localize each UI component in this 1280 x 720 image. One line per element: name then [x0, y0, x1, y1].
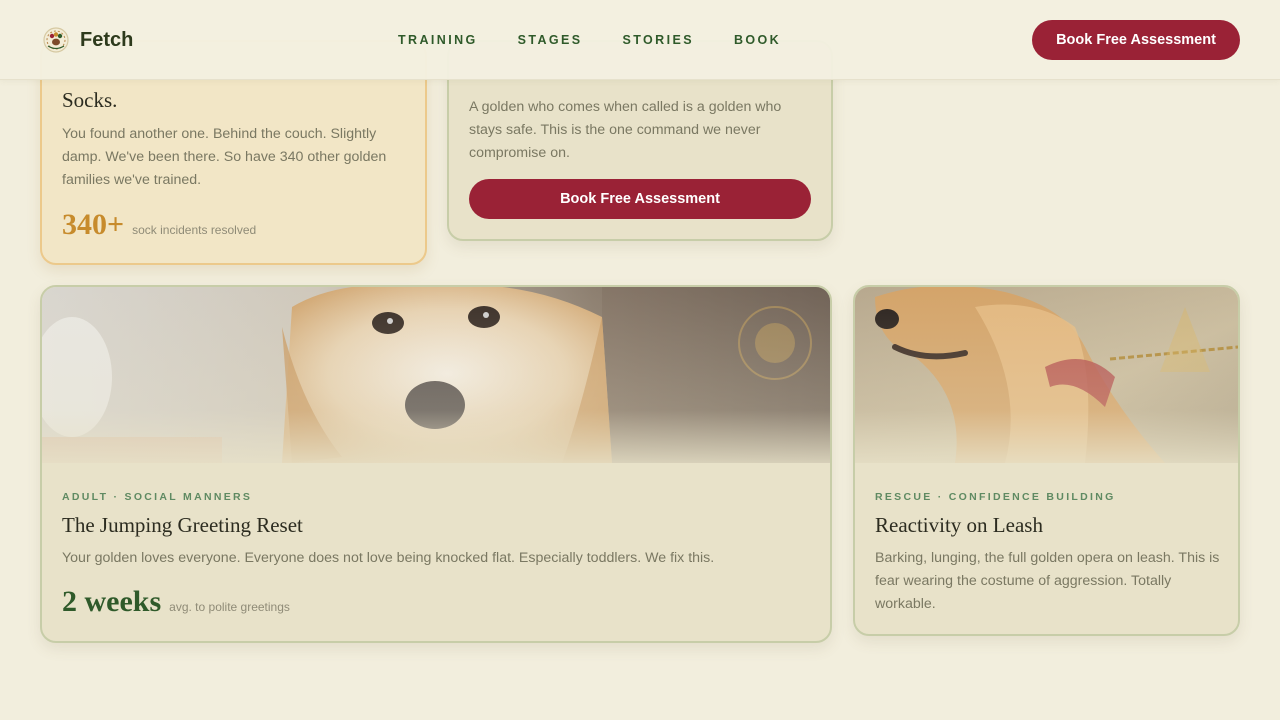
nav-link-stages[interactable]: STAGES — [518, 33, 583, 47]
card-description: Your golden loves everyone. Everyone doe… — [62, 550, 715, 566]
card-eyebrow: RESCUE · CONFIDENCE BUILDING — [875, 491, 1116, 503]
card-description: You found another one. Behind the couch.… — [62, 126, 387, 188]
brand[interactable]: Fetch — [42, 26, 133, 54]
card-reactivity-on-leash[interactable]: RESCUE · CONFIDENCE BUILDING Reactivity … — [853, 285, 1240, 636]
card-description: A golden who comes when called is a gold… — [469, 99, 782, 161]
card-jumping-greeting[interactable]: ADULT · SOCIAL MANNERS The Jumping Greet… — [40, 285, 832, 643]
card-title: Reactivity on Leash — [875, 513, 1043, 537]
stat-label: sock incidents resolved — [132, 223, 257, 237]
paw-logo-icon — [43, 27, 69, 53]
stat-value: 2 weeks — [62, 585, 162, 618]
nav-link-stories[interactable]: STORIES — [623, 33, 694, 47]
main-nav: TRAINING STAGES STORIES BOOK — [398, 33, 821, 47]
brand-name: Fetch — [80, 28, 134, 51]
book-assessment-card-button[interactable]: Book Free Assessment — [469, 179, 811, 219]
stat-value: 340+ — [62, 208, 125, 241]
card-description: Barking, lunging, the full golden opera … — [875, 550, 1220, 612]
card-eyebrow: ADULT · SOCIAL MANNERS — [62, 491, 253, 503]
golden-retriever-portrait-image — [42, 287, 830, 463]
card-title: The Jumping Greeting Reset — [62, 513, 303, 537]
card-stat: 340+ sock incidents resolved — [62, 208, 256, 242]
golden-retriever-on-leash-image — [855, 287, 1238, 463]
site-header: Fetch TRAINING STAGES STORIES BOOK Book … — [0, 0, 1280, 80]
card-stat: 2 weeks avg. to polite greetings — [62, 585, 290, 619]
stat-label: avg. to polite greetings — [169, 600, 290, 614]
nav-link-book[interactable]: BOOK — [734, 33, 781, 47]
card-title: Socks. — [62, 88, 118, 112]
nav-link-training[interactable]: TRAINING — [398, 33, 478, 47]
book-assessment-header-button[interactable]: Book Free Assessment — [1032, 20, 1240, 60]
